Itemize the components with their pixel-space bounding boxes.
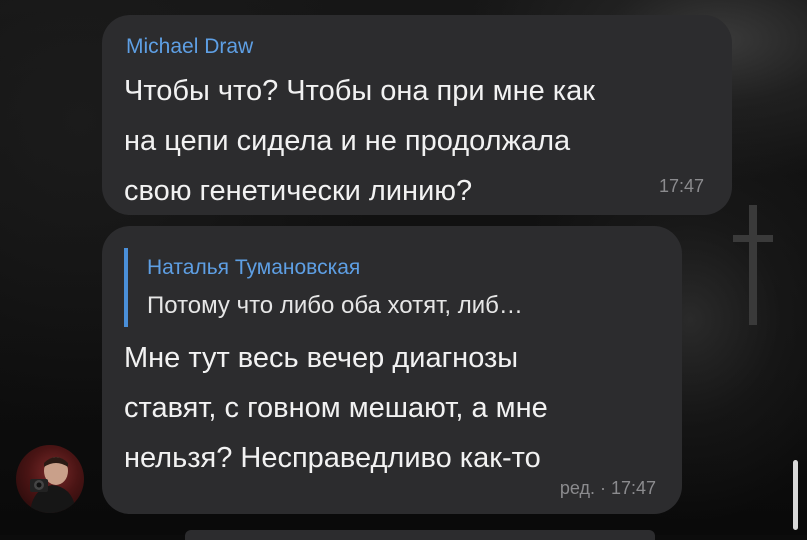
scrollbar[interactable]	[793, 460, 798, 530]
sender-name[interactable]: Michael Draw	[126, 35, 253, 59]
reply-quote-author: Наталья Тумановская	[147, 256, 361, 279]
message-edited-timestamp: ред. · 17:47	[559, 478, 656, 498]
user-avatar-photo-icon	[30, 457, 76, 513]
message-text: Чтобы что? Чтобы она при мне как на цепи…	[124, 75, 595, 207]
message-bubble-reply[interactable]: Наталья Тумановская Потому что либо оба …	[102, 226, 682, 514]
reply-quote-text: Потому что либо оба хотят, либ…	[147, 292, 523, 319]
message-timestamp: 17:47	[658, 176, 704, 196]
background-cross-silhouette	[733, 205, 773, 325]
next-message-bubble-edge	[185, 530, 655, 540]
sender-avatar[interactable]	[16, 445, 84, 513]
reply-quote[interactable]: Наталья Тумановская Потому что либо оба …	[124, 248, 664, 327]
message-bubble-incoming[interactable]: Michael Draw Чтобы что? Чтобы она при мн…	[102, 15, 732, 215]
message-text: Мне тут весь вечер диагнозы ставят, с го…	[124, 342, 548, 474]
